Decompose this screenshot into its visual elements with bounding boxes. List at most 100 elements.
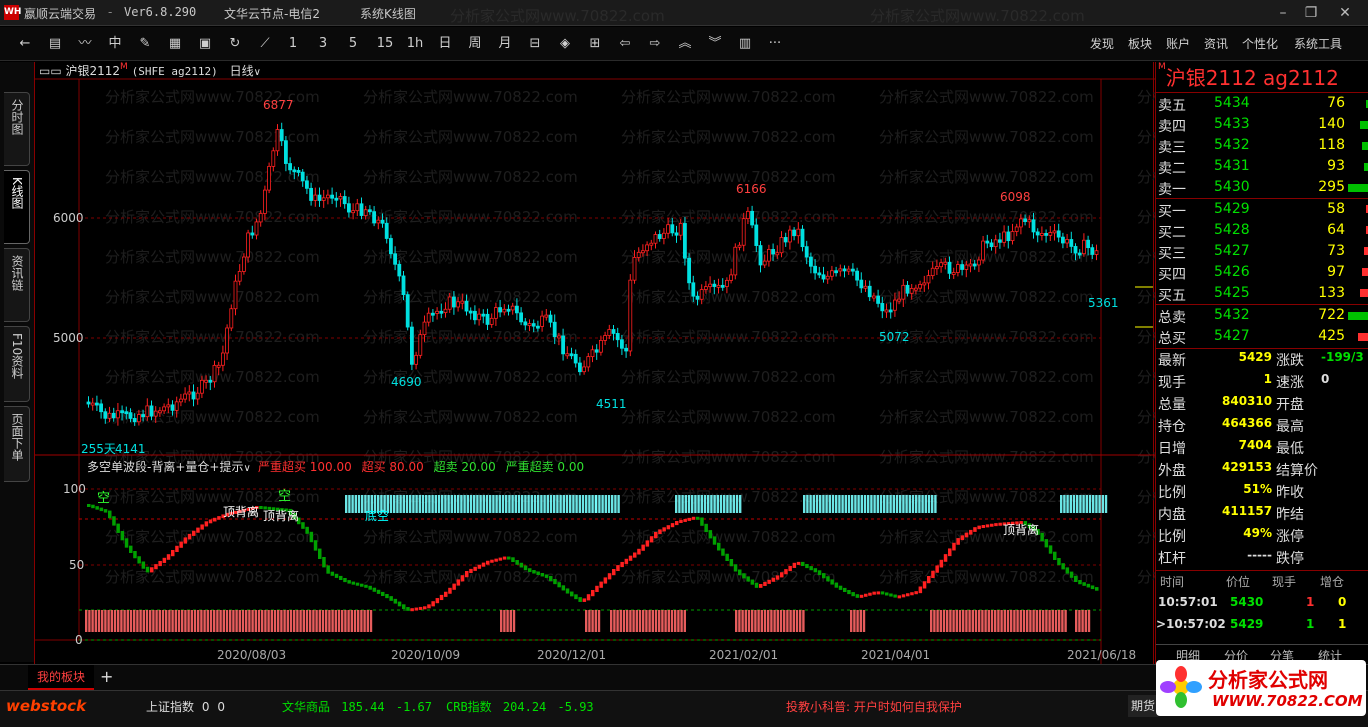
list-icon[interactable]: ▤	[44, 34, 66, 54]
menu-discover[interactable]: 发现	[1090, 34, 1114, 54]
candle-body	[1040, 233, 1044, 236]
ind-bar	[473, 566, 477, 571]
restore-icon[interactable]: ❐	[1300, 3, 1322, 23]
menu-news[interactable]: 资讯	[1204, 34, 1228, 54]
bid-label: 买四	[1158, 267, 1186, 283]
signal-bar	[318, 610, 321, 632]
ind-bar	[498, 557, 503, 561]
zoom-icon[interactable]: ◈	[554, 34, 576, 54]
candle-icon[interactable]: 中	[104, 34, 126, 54]
bid-row[interactable]: 买五 5425 133	[1156, 285, 1368, 306]
ask-row[interactable]: 卖四 5433 140	[1156, 116, 1368, 137]
more-icon[interactable]: ···	[764, 34, 786, 54]
ask-row[interactable]: 卖二 5431 93	[1156, 158, 1368, 179]
signal-bar	[533, 495, 537, 513]
edu-tip-link[interactable]: 投教小科普: 开户时如何自我保护	[786, 698, 962, 715]
signal-bar	[873, 495, 876, 513]
period-15m[interactable]: 15	[374, 34, 396, 54]
index-name: 上证指数	[146, 700, 195, 714]
signal-bar	[165, 610, 168, 632]
save-icon[interactable]: ▣	[194, 34, 216, 54]
period-5m[interactable]: 5	[344, 34, 362, 54]
period-month[interactable]: 月	[494, 34, 516, 54]
signal-bar	[1019, 610, 1022, 632]
ind-bar	[481, 562, 486, 567]
menu-system-tools[interactable]: 系统工具	[1294, 34, 1342, 54]
quote-title: M沪银2112 ag2112	[1158, 62, 1339, 90]
indicator-name[interactable]: 多空单波段-背离+量仓+提示	[87, 460, 243, 474]
table-icon[interactable]: ▦	[164, 34, 186, 54]
watermark-text: 分析家公式网www.70822.com	[1137, 528, 1155, 546]
period-day[interactable]: 日	[434, 34, 456, 54]
menu-personalize[interactable]: 个性化	[1242, 34, 1278, 54]
bid-price: 5427	[1214, 243, 1250, 259]
mark-days: 255天	[81, 442, 116, 456]
tab-news-chain[interactable]: 资讯链	[4, 248, 30, 322]
signal-bar	[187, 610, 190, 632]
ask-row[interactable]: 卖三 5432 118	[1156, 137, 1368, 158]
ruler-icon[interactable]: ⟋	[254, 34, 276, 54]
candle-body	[187, 391, 192, 395]
futures-button[interactable]: 期货	[1128, 695, 1158, 717]
arrow-left-icon[interactable]: ⇦	[614, 34, 636, 54]
signal-bar	[503, 610, 506, 632]
signal-bar	[509, 610, 512, 632]
candle-body	[1014, 226, 1019, 232]
add-tab-button[interactable]: +	[100, 667, 113, 686]
arrow-right-icon[interactable]: ⇨	[644, 34, 666, 54]
period-1m[interactable]: 1	[284, 34, 302, 54]
line-chart-icon[interactable]: 〰	[74, 34, 96, 54]
chart-area[interactable]: ▭▭ 沪银2112M (SHFE ag2112) 日线∨ 分析家公式网www.7…	[34, 62, 1155, 664]
bid-row[interactable]: 买一 5429 58	[1156, 201, 1368, 222]
tab-kline[interactable]: K线图	[4, 170, 30, 244]
period-3m[interactable]: 3	[314, 34, 332, 54]
ind-bar	[931, 570, 935, 578]
layout-icon[interactable]: ▥	[734, 34, 756, 54]
signal-bar	[1076, 495, 1079, 513]
arrow-up-icon[interactable]: ︽	[674, 34, 696, 54]
draw-icon[interactable]: ✎	[134, 34, 156, 54]
tab-order[interactable]: 页面下单	[4, 406, 30, 482]
refresh-icon[interactable]: ↻	[224, 34, 246, 54]
bid-row[interactable]: 买四 5426 97	[1156, 264, 1368, 285]
signal-bar	[677, 610, 680, 632]
candle-body	[359, 203, 364, 216]
candle-body	[582, 366, 586, 373]
minimize-icon[interactable]: –	[1272, 3, 1294, 23]
stat-label: 比例	[1158, 485, 1186, 501]
tab-my-sectors[interactable]: 我的板块	[28, 665, 94, 690]
menu-sector[interactable]: 板块	[1128, 34, 1152, 54]
tab-f10[interactable]: F10资料	[4, 326, 30, 402]
ad-banner[interactable]: 分析家公式网 WWW.70822.COM	[1156, 660, 1366, 716]
index-crb[interactable]: CRB指数 204.24 -5.93	[446, 698, 594, 715]
arrow-down-icon[interactable]: ︾	[704, 34, 726, 54]
candle-body	[552, 321, 557, 338]
shrink-icon[interactable]: ⊞	[584, 34, 606, 54]
ind-bar	[536, 571, 540, 575]
total-row[interactable]: 总卖 5432 722	[1156, 307, 1368, 328]
mark-high-6877: 6877	[263, 98, 294, 112]
kline-chart[interactable]: 分析家公式网www.70822.com 分析家公式网www.70822.com 分析…	[35, 62, 1155, 664]
period-week[interactable]: 周	[464, 34, 486, 54]
close-icon[interactable]: ✕	[1334, 3, 1356, 23]
index-wenhua[interactable]: 文华商品 185.44 -1.67	[282, 698, 432, 715]
bid-row[interactable]: 买三 5427 73	[1156, 243, 1368, 264]
ask-row[interactable]: 卖五 5434 76	[1156, 95, 1368, 116]
watermark-text: 分析家公式网www.70822.com	[621, 408, 836, 426]
index-shanghai[interactable]: 上证指数 0 0	[146, 698, 225, 715]
menu-account[interactable]: 账户	[1166, 34, 1190, 54]
signal-bar	[713, 495, 716, 513]
total-row[interactable]: 总买 5427 425	[1156, 328, 1368, 349]
back-icon[interactable]: ←	[14, 34, 36, 54]
period-1h[interactable]: 1h	[404, 34, 426, 54]
signal-bar	[744, 610, 747, 632]
signal-bar	[345, 495, 348, 513]
ind-bar	[347, 580, 351, 584]
tab-timeshare[interactable]: 分时图	[4, 92, 30, 166]
custom-period-icon[interactable]: ⊟	[524, 34, 546, 54]
bid-row[interactable]: 买二 5428 64	[1156, 222, 1368, 243]
bid-volume: 97	[1327, 264, 1345, 280]
signal-bar	[556, 495, 559, 513]
ask-row[interactable]: 卖一 5430 295	[1156, 179, 1368, 200]
stat-label: 速涨	[1276, 375, 1304, 391]
